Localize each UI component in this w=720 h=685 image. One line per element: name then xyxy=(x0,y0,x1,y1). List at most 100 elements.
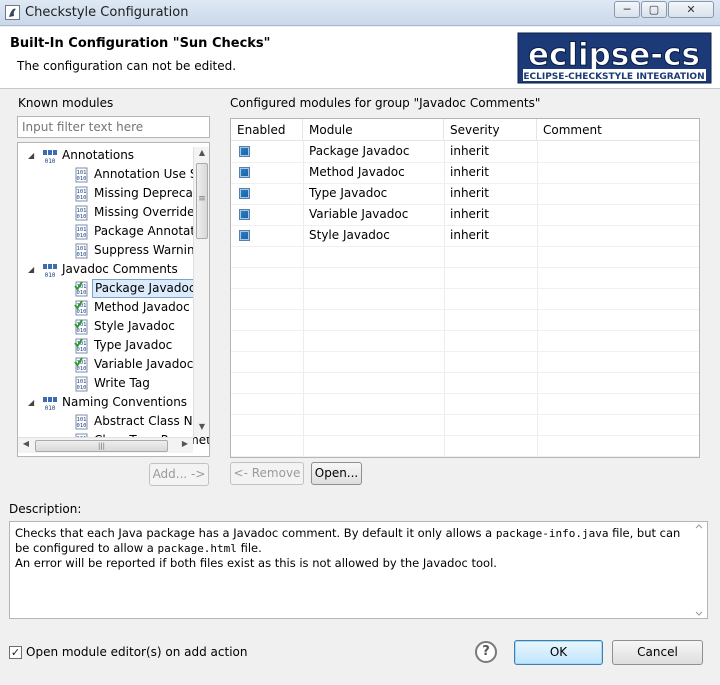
tree-item-label: Style Javadoc xyxy=(94,319,175,333)
scroll-up-icon[interactable]: ▲ xyxy=(194,148,210,162)
description-line2-tail: file. xyxy=(236,541,262,555)
table-row[interactable]: Style Javadoc inherit xyxy=(231,225,699,246)
tree-item-label: Variable Javadoc xyxy=(94,357,194,371)
description-scrollbar[interactable] xyxy=(692,523,706,617)
scroll-left-icon[interactable]: ◀ xyxy=(19,439,33,448)
tree-item[interactable]: ◢ 010 Javadoc Comments xyxy=(18,260,208,279)
tree-item[interactable]: ◢ 010 Naming Conventions xyxy=(18,393,208,412)
tree-horizontal-scrollbar[interactable]: ◀ ||| ▶ xyxy=(18,437,193,453)
comment-cell xyxy=(537,225,543,246)
tree-item[interactable]: 010 101 Package Annotation xyxy=(18,222,209,241)
help-icon[interactable]: ? xyxy=(475,641,497,663)
configuration-title: Built-In Configuration "Sun Checks" xyxy=(10,36,271,51)
tree-item[interactable]: 010 101 Abstract Class Name xyxy=(18,412,209,431)
tree-item-label: Type Javadoc xyxy=(94,338,173,352)
svg-text:010: 010 xyxy=(77,347,87,353)
ok-button[interactable]: OK xyxy=(514,640,603,665)
module-checked-icon: 010101 xyxy=(74,357,88,373)
tree-item[interactable]: 010 101 Write Tag xyxy=(18,374,208,393)
tree-item[interactable]: 010 101 Type Javadoc xyxy=(18,336,208,355)
add-module-button[interactable]: Add... -> xyxy=(149,463,209,486)
row-divider xyxy=(231,351,699,352)
svg-text:010: 010 xyxy=(77,423,87,429)
scroll-right-icon[interactable]: ▶ xyxy=(178,439,192,448)
group-icon: 010 xyxy=(43,397,57,411)
group-icon: 010 xyxy=(43,264,57,278)
open-editor-label[interactable]: Open module editor(s) on add action xyxy=(26,645,248,659)
tree-item[interactable]: 010 101 Missing Deprecated xyxy=(18,184,209,203)
module-icon: 010101 xyxy=(75,414,88,430)
svg-text:010: 010 xyxy=(77,252,87,258)
known-modules-label: Known modules xyxy=(18,96,114,110)
expand-toggle-icon[interactable]: ◢ xyxy=(28,146,40,165)
svg-text:010: 010 xyxy=(77,366,87,372)
tree-item[interactable]: 010 101 Package Javadoc xyxy=(18,279,208,298)
enabled-checkbox[interactable] xyxy=(239,146,250,157)
minimize-button[interactable]: ─ xyxy=(614,1,640,18)
enabled-checkbox[interactable] xyxy=(239,209,250,220)
comment-cell xyxy=(537,162,543,183)
column-header-severity[interactable]: Severity xyxy=(444,119,537,141)
remove-module-button[interactable]: <- Remove xyxy=(230,462,304,485)
tree-item[interactable]: 010 101 Method Javadoc xyxy=(18,298,208,317)
svg-text:101: 101 xyxy=(77,246,87,252)
column-header-module[interactable]: Module xyxy=(303,119,444,141)
known-modules-tree[interactable]: ◢ 010 Annotations 010 101 Annotation Use Styl… xyxy=(17,142,210,457)
row-divider xyxy=(231,309,699,310)
configured-modules-label: Configured modules for group "Javadoc Co… xyxy=(230,96,541,110)
enabled-checkbox[interactable] xyxy=(239,230,250,241)
scroll-grip-icon: ≡ xyxy=(198,194,206,204)
row-divider xyxy=(231,372,699,373)
tree-item[interactable]: 010 101 Annotation Use Style xyxy=(18,165,209,184)
configured-modules-table[interactable]: Enabled Module Severity Comment Package … xyxy=(230,118,700,458)
column-header-enabled[interactable]: Enabled xyxy=(231,119,303,141)
tree-item[interactable]: 010 101 Style Javadoc xyxy=(18,317,208,336)
column-header-comment[interactable]: Comment xyxy=(537,119,699,141)
description-line1-text: Checks that each Java package has a Java… xyxy=(15,526,496,540)
tree-item[interactable]: 010 101 Missing Override xyxy=(18,203,208,222)
hscroll-thumb[interactable]: ||| xyxy=(35,440,168,452)
table-row[interactable]: Type Javadoc inherit xyxy=(231,183,699,204)
description-line3-text: An error will be reported if both files … xyxy=(15,556,497,570)
open-module-button[interactable]: Open... xyxy=(311,462,362,485)
table-row[interactable]: Variable Javadoc inherit xyxy=(231,204,699,225)
tree-vertical-scrollbar[interactable]: ▲ ≡ ▼ xyxy=(193,147,209,437)
row-divider xyxy=(231,414,699,415)
module-icon: 010101 xyxy=(75,376,88,392)
maximize-button[interactable]: ▢ xyxy=(641,1,667,18)
svg-text:010: 010 xyxy=(77,214,87,220)
open-editor-checkbox[interactable]: ✓ xyxy=(9,646,22,659)
module-checked-icon: 010101 xyxy=(74,300,88,316)
tree-item[interactable]: 010 101 Variable Javadoc xyxy=(18,355,208,374)
module-icon: 010101 xyxy=(75,224,88,240)
table-row[interactable]: Method Javadoc inherit xyxy=(231,162,699,183)
description-line2-text: be configured to allow a xyxy=(15,541,158,555)
module-icon: 010101 xyxy=(75,186,88,202)
cancel-button[interactable]: Cancel xyxy=(612,640,703,665)
expand-toggle-icon[interactable]: ◢ xyxy=(28,260,40,279)
expand-toggle-icon[interactable]: ◢ xyxy=(28,393,40,412)
tree-item[interactable]: ◢ 010 Annotations xyxy=(18,146,208,165)
window-title: Checkstyle Configuration xyxy=(25,5,189,20)
enabled-checkbox[interactable] xyxy=(239,188,250,199)
tree-item[interactable]: 010 101 Suppress Warnings xyxy=(18,241,208,260)
row-divider xyxy=(231,456,699,457)
module-name-cell: Type Javadoc xyxy=(309,186,388,200)
scroll-down-icon[interactable]: ▼ xyxy=(194,422,210,436)
enabled-checkbox[interactable] xyxy=(239,167,250,178)
module-name-cell: Style Javadoc xyxy=(309,228,390,242)
dialog-header: Built-In Configuration "Sun Checks" The … xyxy=(0,27,720,89)
comment-cell xyxy=(537,141,543,162)
close-button[interactable]: ✕ xyxy=(668,1,714,18)
severity-cell: inherit xyxy=(450,207,489,221)
svg-text:010: 010 xyxy=(77,290,87,296)
module-name-cell: Package Javadoc xyxy=(309,144,410,158)
svg-text:010: 010 xyxy=(45,158,56,164)
tree-item-label: Write Tag xyxy=(94,376,150,390)
table-row[interactable]: Package Javadoc inherit xyxy=(231,141,699,162)
svg-text:010: 010 xyxy=(77,385,87,391)
group-icon: 010 xyxy=(43,150,57,164)
severity-cell: inherit xyxy=(450,228,489,242)
scroll-thumb[interactable]: ≡ xyxy=(196,163,208,239)
module-filter-input[interactable] xyxy=(17,116,210,138)
